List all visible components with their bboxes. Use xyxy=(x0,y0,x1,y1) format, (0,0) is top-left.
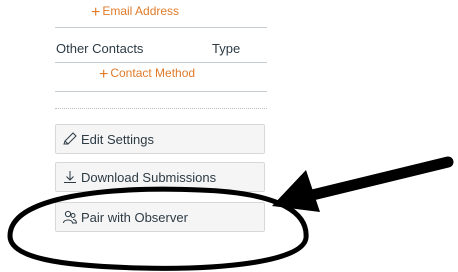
plus-icon: + xyxy=(91,4,101,21)
annotation-arrow-shaft xyxy=(294,156,454,204)
add-email-address-link[interactable]: + Email Address xyxy=(91,4,179,22)
download-submissions-button[interactable]: Download Submissions xyxy=(55,162,265,192)
other-contacts-header: Other Contacts xyxy=(56,41,144,56)
add-email-address-label: Email Address xyxy=(102,4,180,18)
download-submissions-label: Download Submissions xyxy=(81,169,217,185)
pencil-icon xyxy=(62,131,78,147)
edit-settings-label: Edit Settings xyxy=(81,131,154,147)
header-divider xyxy=(55,62,267,63)
dotted-divider xyxy=(55,108,267,109)
download-icon xyxy=(62,169,78,185)
type-header: Type xyxy=(212,41,241,56)
pair-with-observer-label: Pair with Observer xyxy=(81,209,188,225)
pair-with-observer-button[interactable]: Pair with Observer xyxy=(55,202,265,232)
add-contact-method-link[interactable]: + Contact Method xyxy=(99,66,195,84)
section-divider xyxy=(55,27,267,28)
annotation-arrow-head xyxy=(272,170,320,212)
add-contact-method-label: Contact Method xyxy=(110,66,196,80)
user-pair-icon xyxy=(62,209,78,225)
plus-icon: + xyxy=(99,66,109,83)
edit-settings-button[interactable]: Edit Settings xyxy=(55,124,265,154)
contact-divider xyxy=(55,91,267,92)
